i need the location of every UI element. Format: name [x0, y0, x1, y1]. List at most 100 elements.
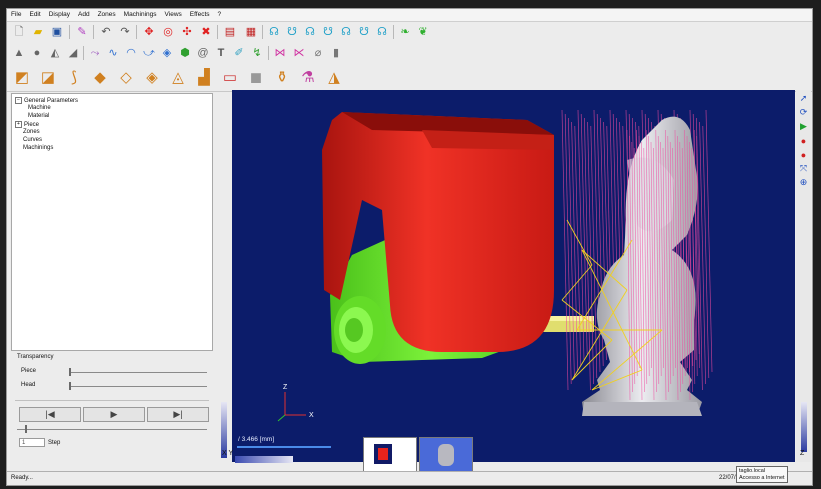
magic-wand-icon[interactable]: ✎ [74, 24, 90, 40]
piece-slider-thumb[interactable] [69, 368, 71, 376]
pyramid-icon[interactable]: ◭ [47, 45, 63, 61]
pencil-icon[interactable]: ✐ [231, 45, 247, 61]
corner-xy-label: X Y [222, 450, 234, 457]
application-window: File Edit Display Add Zones Machinings Views Ef… [6, 8, 813, 486]
path-icon[interactable]: ⤳ [87, 45, 103, 61]
tree-item-piece[interactable]: + Piece [15, 121, 39, 128]
view-back-icon[interactable]: ☋ [284, 24, 300, 40]
play-button[interactable]: ▶ [83, 407, 145, 422]
stop-red-icon[interactable]: ● [798, 149, 809, 160]
status-bar: Ready... 22/07/20 [7, 471, 812, 485]
spiral-icon[interactable]: @ [195, 45, 211, 61]
drill-icon[interactable]: ⌀ [310, 45, 326, 61]
view-iso-icon[interactable]: ☊ [374, 24, 390, 40]
timeline-thumb[interactable] [25, 425, 27, 433]
block-icon[interactable]: ◼ [245, 66, 267, 88]
3d-viewport[interactable]: Z X / 3.466 [mm] [232, 90, 795, 462]
vase-icon[interactable]: ⚱ [271, 66, 293, 88]
tree-item-machine[interactable]: Machine [28, 105, 51, 111]
fit-view-icon[interactable]: ⤧ [798, 163, 809, 174]
record-red-icon[interactable]: ● [798, 135, 809, 146]
open-folder-icon[interactable]: ▰ [30, 24, 46, 40]
thumbnail-scene[interactable] [363, 437, 417, 473]
pocket-icon[interactable]: ◆ [89, 66, 111, 88]
step-icon[interactable]: ▟ [193, 66, 215, 88]
redo-icon[interactable]: ↷ [117, 24, 133, 40]
bead-icon[interactable]: ⬢ [177, 45, 193, 61]
tree-item-zones[interactable]: Zones [23, 129, 40, 135]
rotate-icon[interactable]: ◎ [160, 24, 176, 40]
menu-zones[interactable]: Zones [94, 9, 120, 18]
head-transparency-slider[interactable] [69, 386, 207, 387]
arc-icon[interactable]: ◠ [123, 45, 139, 61]
divider [15, 400, 209, 401]
select-cursor-icon[interactable]: ➚ [798, 93, 809, 104]
polyline-icon[interactable]: ⋉ [291, 45, 307, 61]
cone-mill-icon[interactable]: ◮ [323, 66, 345, 88]
axis-x-label: X [309, 412, 314, 419]
thumbnail-detail[interactable] [419, 437, 473, 473]
sphere-icon[interactable]: ● [29, 45, 45, 61]
view-bottom-icon[interactable]: ☋ [356, 24, 372, 40]
tree-item-material[interactable]: Material [28, 113, 49, 119]
slice-icon[interactable]: ◈ [141, 66, 163, 88]
menu-views[interactable]: Views [161, 9, 186, 18]
tree-item-machinings[interactable]: Machinings [23, 145, 53, 151]
text-t-icon[interactable]: T [213, 45, 229, 61]
lathe-icon[interactable]: ⚗ [297, 66, 319, 88]
menu-bar: File Edit Display Add Zones Machinings Views Ef… [7, 9, 812, 22]
finishing-icon[interactable]: ◪ [37, 66, 59, 88]
curve-icon[interactable]: ∿ [105, 45, 121, 61]
plane-icon[interactable]: ▭ [219, 66, 241, 88]
undo-icon[interactable]: ↶ [98, 24, 114, 40]
slope-icon[interactable]: ◢ [65, 45, 81, 61]
menu-display[interactable]: Display [45, 9, 74, 18]
save-icon[interactable]: ▣ [49, 24, 65, 40]
tree-item-curves[interactable]: Curves [23, 137, 42, 143]
next-button[interactable]: ▶| [147, 407, 209, 422]
expand-icon[interactable]: + [15, 121, 22, 128]
surface-icon[interactable]: ◈ [159, 45, 175, 61]
raster-icon[interactable]: ◇ [115, 66, 137, 88]
pan-icon[interactable]: ✣ [179, 24, 195, 40]
contour-icon[interactable]: ⟆ [63, 66, 85, 88]
play-green-icon[interactable]: ▶ [798, 121, 809, 132]
center-target-icon[interactable]: ⊕ [798, 177, 809, 188]
image-icon[interactable]: ▤ [222, 24, 238, 40]
head-slider-thumb[interactable] [69, 382, 71, 390]
arrow-curve-icon[interactable]: ⤻ [141, 45, 157, 61]
step-input[interactable]: 1 [19, 438, 45, 447]
screenshot-icon[interactable]: ▦ [243, 24, 259, 40]
menu-help[interactable]: ? [214, 9, 226, 18]
menu-add[interactable]: Add [74, 9, 94, 18]
roughing-icon[interactable]: ◩ [11, 66, 33, 88]
tree-item-general-parameters[interactable]: − General Parameters [15, 97, 78, 104]
move-icon[interactable]: ✥ [141, 24, 157, 40]
view-front-icon[interactable]: ☊ [266, 24, 282, 40]
prev-button[interactable]: |◀ [19, 407, 81, 422]
menu-effects[interactable]: Effects [186, 9, 214, 18]
refresh-icon[interactable]: ⟳ [798, 107, 809, 118]
axis-indicator: Z X [277, 384, 314, 422]
cut-path-icon[interactable]: ↯ [249, 45, 265, 61]
leaf-icon[interactable]: ❧ [397, 24, 413, 40]
spiral-mill-icon[interactable]: ◬ [167, 66, 189, 88]
cylinder-icon[interactable]: ▮ [328, 45, 344, 61]
cone-icon[interactable]: ▲ [11, 45, 27, 61]
leaf-alt-icon[interactable]: ❦ [415, 24, 431, 40]
view-top-icon[interactable]: ☊ [338, 24, 354, 40]
close-red-icon[interactable]: ✖ [198, 24, 214, 40]
collapse-icon[interactable]: − [15, 97, 22, 104]
zigzag-icon[interactable]: ⋈ [272, 45, 288, 61]
timeline-slider[interactable] [17, 429, 207, 430]
menu-machinings[interactable]: Machinings [120, 9, 161, 18]
view-left-icon[interactable]: ☊ [302, 24, 318, 40]
simulation-controls: Transparency Piece Head |◀ ▶ ▶| 1 Step [11, 351, 227, 461]
new-file-icon[interactable]: 🗋 [11, 24, 27, 40]
menu-file[interactable]: File [7, 9, 25, 18]
axis-z-label: Z [283, 384, 288, 391]
tooltip-host: taglio.local [739, 468, 765, 474]
menu-edit[interactable]: Edit [25, 9, 44, 18]
view-right-icon[interactable]: ☋ [320, 24, 336, 40]
piece-transparency-slider[interactable] [69, 372, 207, 373]
